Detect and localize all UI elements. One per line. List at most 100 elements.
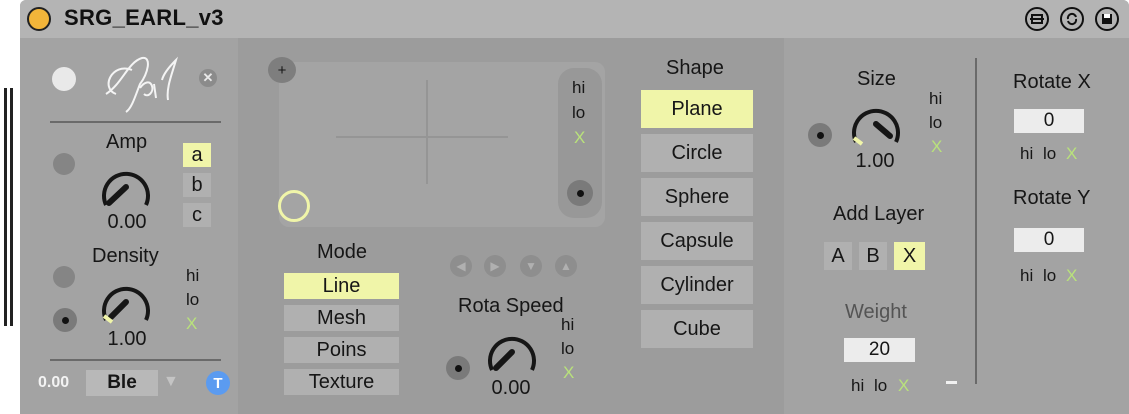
up-arrow-button[interactable]: ▲ <box>555 255 577 277</box>
edge-bar <box>10 88 13 326</box>
shape-option-cube[interactable]: Cube <box>641 310 753 348</box>
rota-x[interactable]: X <box>563 363 574 383</box>
rota-hi[interactable]: hi <box>561 315 574 335</box>
divider <box>50 359 221 361</box>
density-value: 1.00 <box>107 328 147 350</box>
density-label: Density <box>92 245 159 267</box>
device-title: SRG_EARL_v3 <box>64 5 224 30</box>
mode-b-button[interactable]: b <box>183 173 211 197</box>
size-hi[interactable]: hi <box>929 89 942 109</box>
shape-option-capsule[interactable]: Capsule <box>641 222 753 260</box>
rota-speed-label: Rota Speed <box>458 295 564 317</box>
shape-option-sphere[interactable]: Sphere <box>641 178 753 216</box>
right-panel <box>784 38 1129 414</box>
xy-pad-cursor[interactable] <box>278 190 310 222</box>
weight-dash <box>946 381 957 384</box>
mode-label: Mode <box>317 241 368 263</box>
layer-b-button[interactable]: B <box>859 242 887 270</box>
shape-option-circle[interactable]: Circle <box>641 134 753 172</box>
layer-x-button[interactable]: X <box>894 242 925 270</box>
rotate-x-lo[interactable]: lo <box>1043 144 1056 164</box>
density-lo[interactable]: lo <box>186 290 199 310</box>
pad-mod-button[interactable] <box>567 180 593 206</box>
save-icon <box>1102 14 1112 24</box>
mode-c-button[interactable]: c <box>183 203 211 227</box>
save-preset-button[interactable] <box>1095 7 1119 31</box>
pad-add-button[interactable]: + <box>268 57 296 83</box>
rotate-x-hi[interactable]: hi <box>1020 144 1033 164</box>
up-arrow-icon: ▲ <box>560 259 572 273</box>
weight-field[interactable]: 20 <box>844 338 915 362</box>
amp-value: 0.00 <box>107 211 147 233</box>
size-label: Size <box>857 68 896 90</box>
rotate-y-field[interactable]: 0 <box>1014 228 1084 252</box>
size-knob[interactable] <box>844 92 908 152</box>
close-icon: ✕ <box>202 70 214 85</box>
weight-lo[interactable]: lo <box>874 376 887 396</box>
vertical-divider <box>975 58 977 384</box>
shape-label: Shape <box>666 57 724 79</box>
xy-pad[interactable] <box>279 62 605 227</box>
bottom-value[interactable]: 0.00 <box>38 374 69 392</box>
refresh-icon <box>1066 12 1078 26</box>
left-arrow-icon: ◀ <box>456 259 466 273</box>
down-arrow-icon: ▼ <box>525 259 537 273</box>
rotate-y-x[interactable]: X <box>1066 266 1077 286</box>
pad-x[interactable]: X <box>574 128 585 148</box>
rotate-x-field[interactable]: 0 <box>1014 109 1084 133</box>
map-button[interactable] <box>1025 7 1049 31</box>
amp-label: Amp <box>106 131 148 153</box>
left-arrow-button[interactable]: ◀ <box>450 255 472 277</box>
blend-select[interactable]: Ble <box>86 370 158 396</box>
power-led[interactable] <box>52 67 76 91</box>
weight-label: Weight <box>845 301 907 323</box>
weight-x[interactable]: X <box>898 376 909 396</box>
mode-option-mesh[interactable]: Mesh <box>284 305 399 331</box>
rota-lo[interactable]: lo <box>561 339 574 359</box>
rotate-y-hi[interactable]: hi <box>1020 266 1033 286</box>
amp-led[interactable] <box>53 153 75 175</box>
t-badge[interactable]: T <box>206 371 230 395</box>
divider <box>50 121 221 123</box>
logo-signature <box>105 56 179 113</box>
density-hi[interactable]: hi <box>186 266 199 286</box>
device-on-toggle[interactable] <box>27 7 51 31</box>
close-button[interactable]: ✕ <box>199 69 217 87</box>
pad-hi[interactable]: hi <box>572 78 585 98</box>
right-arrow-icon: ▶ <box>490 259 500 273</box>
rota-speed-mod-button[interactable] <box>446 356 470 380</box>
layer-a-button[interactable]: A <box>824 242 852 270</box>
rotate-y-label: Rotate Y <box>1013 187 1091 209</box>
amp-knob[interactable] <box>94 157 158 215</box>
logo <box>92 44 184 116</box>
shape-option-plane[interactable]: Plane <box>641 90 753 128</box>
map-icon <box>1030 14 1044 24</box>
density-mod-button[interactable] <box>53 308 77 332</box>
size-value: 1.00 <box>855 150 895 172</box>
mode-a-button[interactable]: a <box>183 143 211 167</box>
size-lo[interactable]: lo <box>929 113 942 133</box>
hot-swap-button[interactable] <box>1060 7 1084 31</box>
dropdown-arrow-icon[interactable]: ▼ <box>163 373 179 391</box>
down-arrow-button[interactable]: ▼ <box>520 255 542 277</box>
mode-option-line[interactable]: Line <box>284 273 399 299</box>
size-x[interactable]: X <box>931 137 942 157</box>
xy-pad-horizontal-guide <box>336 136 508 138</box>
rota-speed-knob[interactable] <box>480 320 544 380</box>
weight-hi[interactable]: hi <box>851 376 864 396</box>
rotate-x-x[interactable]: X <box>1066 144 1077 164</box>
edge-bar <box>4 88 7 326</box>
pad-lo[interactable]: lo <box>572 103 585 123</box>
density-led[interactable] <box>53 266 75 288</box>
right-arrow-button[interactable]: ▶ <box>484 255 506 277</box>
mode-option-texture[interactable]: Texture <box>284 369 399 395</box>
rota-speed-value: 0.00 <box>491 377 531 399</box>
rotate-y-lo[interactable]: lo <box>1043 266 1056 286</box>
xy-pad-vertical-guide <box>426 80 428 184</box>
add-layer-label: Add Layer <box>833 203 925 225</box>
density-x[interactable]: X <box>186 314 197 334</box>
mode-option-poins[interactable]: Poins <box>284 337 399 363</box>
size-mod-button[interactable] <box>808 123 832 147</box>
shape-option-cylinder[interactable]: Cylinder <box>641 266 753 304</box>
density-knob[interactable] <box>94 270 158 330</box>
